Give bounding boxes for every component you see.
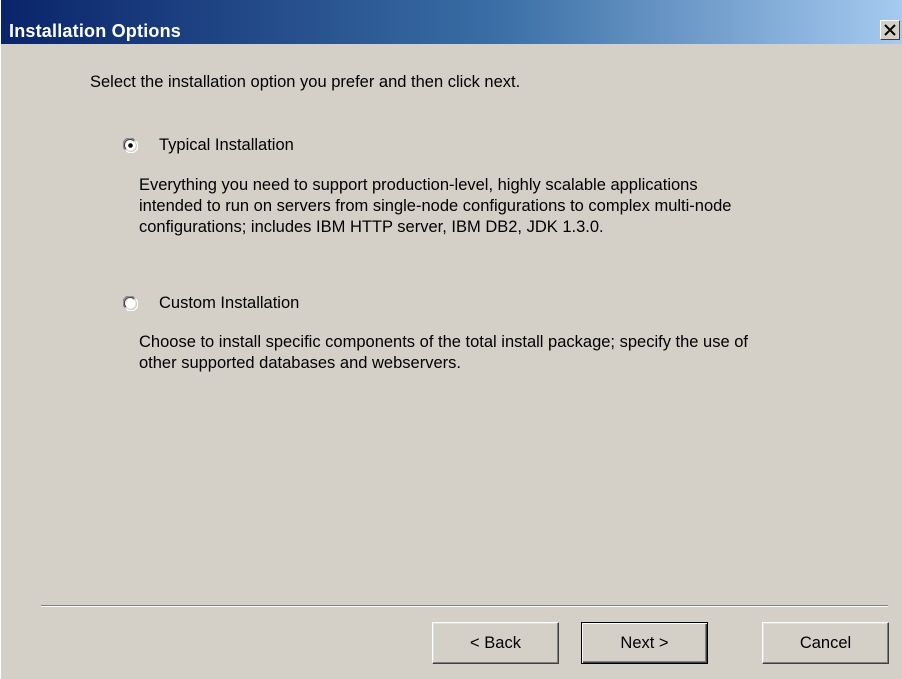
next-button[interactable]: Next > (581, 622, 708, 664)
window-title: Installation Options (9, 21, 182, 41)
custom-installation-description: Choose to install specific components of… (139, 332, 899, 374)
custom-installation-radio[interactable] (123, 296, 138, 311)
cancel-button[interactable]: Cancel (762, 622, 889, 664)
radio-selected-dot (128, 143, 133, 148)
close-icon (884, 24, 896, 36)
description-line: configurations; includes IBM HTTP server… (139, 218, 604, 236)
title-bar[interactable]: Installation Options (1, 0, 902, 44)
close-button[interactable] (880, 20, 900, 40)
typical-installation-label[interactable]: Typical Installation (159, 135, 294, 155)
typical-installation-description: Everything you need to support productio… (139, 175, 899, 238)
back-button[interactable]: < Back (432, 622, 559, 664)
description-line: other supported databases and webservers… (139, 354, 461, 372)
separator-line (41, 605, 888, 607)
description-line: intended to run on servers from single-n… (139, 197, 732, 215)
description-line: Everything you need to support productio… (139, 176, 698, 194)
description-line: Choose to install specific components of… (139, 333, 749, 351)
typical-installation-radio[interactable] (123, 138, 138, 153)
custom-installation-label[interactable]: Custom Installation (159, 293, 299, 313)
installation-options-dialog: Installation Options Select the installa… (0, 0, 902, 679)
instruction-text: Select the installation option you prefe… (90, 73, 521, 91)
